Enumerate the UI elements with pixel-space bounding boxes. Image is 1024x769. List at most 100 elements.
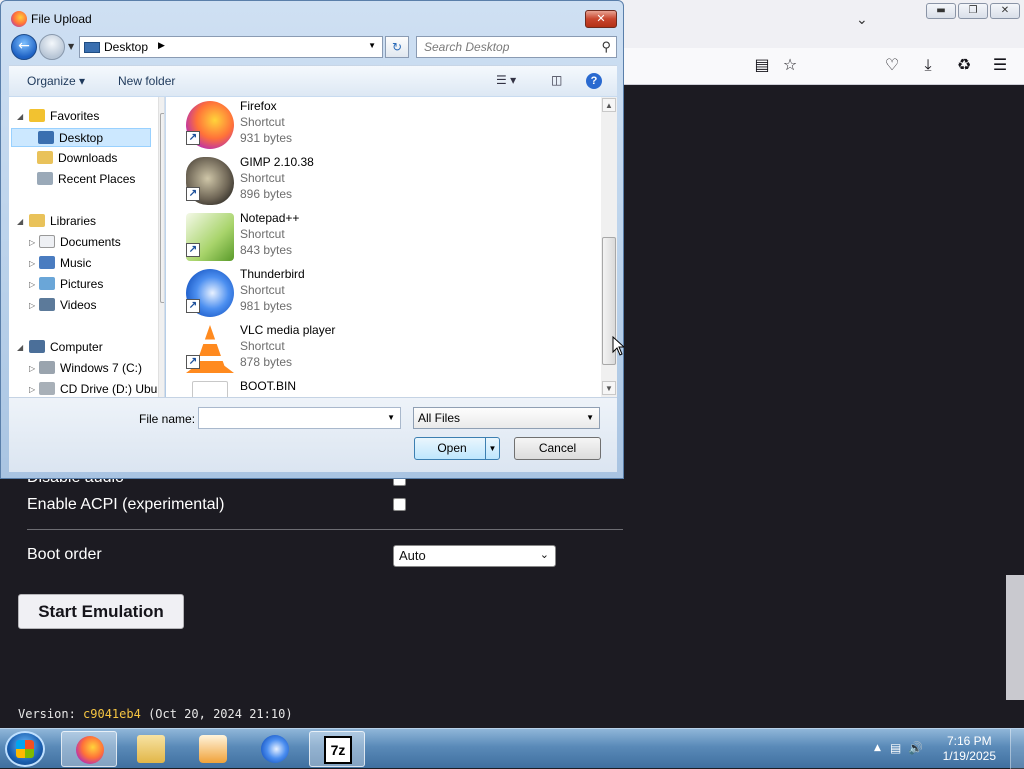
clock[interactable]: 7:16 PM 1/19/2025 — [943, 734, 996, 764]
page-scrollbar[interactable] — [1006, 575, 1024, 700]
expand-icon[interactable]: ▷ — [29, 301, 35, 310]
network-icon[interactable]: ▤ — [890, 741, 901, 755]
close-icon[interactable]: ✕ — [990, 3, 1020, 19]
expand-icon[interactable]: ▷ — [29, 238, 35, 247]
extensions-icon[interactable]: ♻ — [953, 56, 975, 74]
dialog-close-button[interactable]: ✕ — [585, 10, 617, 28]
expand-icon[interactable]: ▷ — [29, 385, 35, 394]
chevron-down-icon[interactable]: ▼ — [387, 413, 395, 422]
nav-videos[interactable]: Videos — [39, 296, 96, 315]
file-type: Shortcut — [240, 171, 285, 185]
file-type-select[interactable]: All Files ▼ — [413, 407, 600, 429]
show-desktop-button[interactable] — [1010, 729, 1024, 769]
search-input[interactable]: Search Desktop ⚲ — [416, 36, 617, 58]
list-item[interactable]: ↗ VLC media player Shortcut 878 bytes — [186, 321, 486, 377]
menu-icon[interactable]: ☰ — [989, 56, 1011, 74]
show-hidden-icons[interactable]: ▲ — [874, 743, 881, 753]
expand-icon[interactable]: ▷ — [29, 280, 35, 289]
version-hash[interactable]: c9041eb4 — [83, 707, 141, 721]
tab-list-chevron-icon[interactable]: ⌄ — [856, 12, 868, 28]
history-dropdown-icon[interactable]: ▼ — [68, 42, 74, 51]
nav-libraries[interactable]: Libraries — [29, 212, 96, 231]
preview-pane-icon[interactable]: ◫ — [551, 73, 562, 87]
file-type-value: All Files — [418, 411, 461, 425]
nav-windows7-drive[interactable]: Windows 7 (C:) — [39, 359, 142, 378]
nav-recent-places[interactable]: Recent Places — [37, 170, 135, 189]
downloads-icon[interactable]: ⤓ — [917, 56, 939, 74]
star-icon — [29, 109, 45, 122]
taskbar-thunderbird[interactable] — [247, 731, 303, 767]
breadcrumb-arrow-icon[interactable]: ▶ — [158, 40, 165, 51]
minimize-icon[interactable]: ▬ — [926, 3, 956, 19]
nav-downloads[interactable]: Downloads — [37, 149, 117, 168]
start-button[interactable] — [5, 731, 45, 767]
start-emulation-button[interactable]: Start Emulation — [18, 594, 184, 629]
help-icon[interactable]: ? — [586, 73, 602, 89]
nav-desktop[interactable]: Desktop — [11, 128, 151, 147]
volume-icon[interactable]: 🔊 — [908, 741, 923, 755]
scroll-up-icon[interactable]: ▲ — [160, 97, 164, 111]
expand-icon[interactable]: ▷ — [29, 259, 35, 268]
expand-icon[interactable]: ▷ — [29, 364, 35, 373]
file-type: Shortcut — [240, 115, 285, 129]
list-item[interactable]: ↗ Thunderbird Shortcut 981 bytes — [186, 265, 486, 321]
file-name: GIMP 2.10.38 — [240, 155, 314, 169]
system-tray: ▲ ▤ 🔊 7:16 PM 1/19/2025 — [864, 729, 1024, 769]
taskbar-firefox[interactable] — [61, 731, 117, 767]
taskbar-media-player[interactable] — [185, 731, 241, 767]
bookmark-star-icon[interactable]: ☆ — [779, 56, 801, 74]
boot-order-select[interactable]: Auto ⌄ — [393, 545, 556, 567]
shortcut-arrow-icon: ↗ — [186, 355, 200, 369]
taskbar-7zip[interactable]: 7z — [309, 731, 365, 767]
7zip-icon: 7z — [324, 736, 352, 764]
file-upload-dialog: File Upload ✕ ← ▼ Desktop ▶ ▼ ↻ Search D… — [0, 0, 624, 479]
nav-scroll-thumb[interactable] — [160, 113, 164, 303]
restore-icon[interactable]: ❐ — [958, 3, 988, 19]
version-date: (Oct 20, 2024 21:10) — [148, 707, 293, 721]
reader-icon[interactable]: ▤ — [751, 56, 773, 74]
search-placeholder: Search Desktop — [424, 40, 510, 54]
address-dropdown-icon[interactable]: ▼ — [368, 41, 376, 50]
list-item[interactable]: ↗ Notepad++ Shortcut 843 bytes — [186, 209, 486, 265]
new-folder-button[interactable]: New folder — [118, 74, 175, 88]
scroll-up-icon[interactable]: ▲ — [602, 98, 616, 112]
nav-music[interactable]: Music — [39, 254, 91, 273]
file-name-label: File name: — [139, 412, 196, 426]
open-button[interactable]: Open ▼ — [414, 437, 500, 460]
refresh-button[interactable]: ↻ — [385, 36, 409, 58]
list-item[interactable]: BOOT.BIN — [186, 377, 486, 397]
list-item[interactable]: ↗ Firefox Shortcut 931 bytes — [186, 97, 486, 153]
collapse-icon[interactable]: ◢ — [17, 112, 23, 121]
nav-cd-drive[interactable]: CD Drive (D:) Ubu — [39, 380, 157, 397]
organize-button[interactable]: Organize ▾ — [27, 74, 85, 88]
shortcut-arrow-icon: ↗ — [186, 131, 200, 145]
shortcut-arrow-icon: ↗ — [186, 299, 200, 313]
list-item[interactable]: ↗ GIMP 2.10.38 Shortcut 896 bytes — [186, 153, 486, 209]
clock-date: 1/19/2025 — [942, 749, 996, 763]
scroll-down-icon[interactable]: ▼ — [602, 381, 616, 395]
downloads-folder-icon — [37, 151, 53, 164]
version-prefix: Version: — [18, 707, 76, 721]
file-name: Firefox — [240, 99, 277, 113]
nav-pictures[interactable]: Pictures — [39, 275, 103, 294]
file-name-input[interactable]: ▼ — [198, 407, 401, 429]
acpi-checkbox[interactable] — [393, 498, 406, 511]
nav-computer[interactable]: Computer — [29, 338, 103, 357]
nav-documents[interactable]: Documents — [39, 233, 121, 252]
shortcut-arrow-icon: ↗ — [186, 243, 200, 257]
back-button[interactable]: ← — [11, 34, 37, 60]
collapse-icon[interactable]: ◢ — [17, 217, 23, 226]
taskbar-explorer[interactable] — [123, 731, 179, 767]
pocket-icon[interactable]: ♡ — [881, 56, 903, 74]
forward-button[interactable] — [39, 34, 65, 60]
pictures-icon — [39, 277, 55, 290]
file-size: 931 bytes — [240, 131, 293, 145]
nav-scrollbar[interactable]: ▲ — [158, 97, 164, 397]
open-dropdown-icon[interactable]: ▼ — [485, 438, 499, 459]
change-view-icon[interactable]: ☰ ▾ — [496, 73, 516, 87]
cancel-button[interactable]: Cancel — [514, 437, 601, 460]
address-bar[interactable]: Desktop ▶ ▼ — [79, 36, 383, 58]
collapse-icon[interactable]: ◢ — [17, 343, 23, 352]
nav-favorites[interactable]: Favorites — [29, 107, 99, 126]
navigation-pane: ◢ Favorites Desktop Downloads Recent Pla… — [9, 97, 165, 397]
